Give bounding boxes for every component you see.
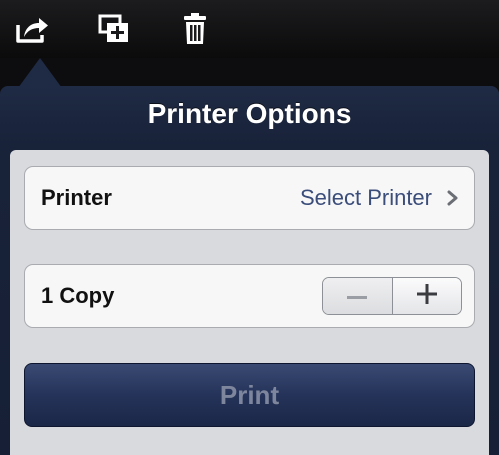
print-button[interactable]: Print bbox=[24, 363, 475, 427]
popover-title: Printer Options bbox=[147, 98, 352, 129]
share-icon bbox=[14, 13, 50, 45]
copies-stepper bbox=[322, 277, 462, 315]
minus-icon bbox=[347, 287, 368, 305]
increment-button[interactable] bbox=[391, 278, 461, 314]
trash-button[interactable] bbox=[175, 10, 215, 48]
printer-label: Printer bbox=[41, 185, 112, 210]
toolbar bbox=[0, 0, 499, 58]
popover-arrow bbox=[18, 58, 62, 88]
chevron-right-icon bbox=[446, 190, 460, 206]
select-printer-value: Select Printer bbox=[299, 185, 432, 210]
copies-row: 1 Copy bbox=[24, 264, 475, 328]
printer-options-popover: Printer Options Printer Select Printer 1… bbox=[0, 86, 499, 455]
trash-icon bbox=[182, 12, 208, 46]
copies-label: 1 Copy bbox=[41, 283, 115, 308]
duplicate-icon bbox=[97, 13, 131, 45]
printer-row[interactable]: Printer Select Printer bbox=[24, 166, 475, 230]
share-button[interactable] bbox=[12, 10, 52, 48]
popover-content: Printer Select Printer 1 Copy Print bbox=[10, 150, 489, 455]
decrement-button[interactable] bbox=[323, 278, 392, 314]
duplicate-button[interactable] bbox=[94, 10, 134, 48]
plus-icon bbox=[416, 283, 437, 309]
